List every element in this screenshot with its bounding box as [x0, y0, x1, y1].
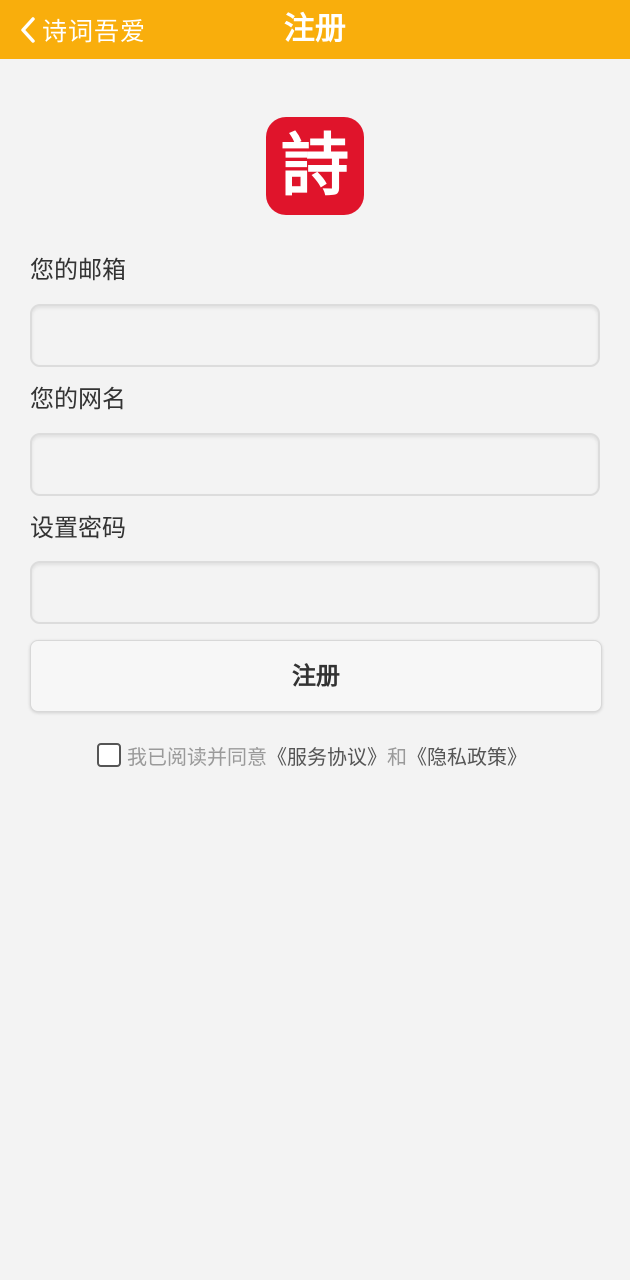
chevron-left-icon	[20, 16, 36, 44]
back-button[interactable]: 诗词吾爱	[20, 0, 146, 59]
privacy-policy-link[interactable]: 《隐私政策》	[407, 745, 527, 769]
register-button[interactable]: 注册	[30, 640, 602, 712]
agreement-joiner: 和	[387, 744, 407, 769]
email-label: 您的邮箱	[30, 256, 126, 284]
password-label: 设置密码	[30, 514, 126, 542]
back-label: 诗词吾爱	[42, 16, 147, 46]
agreement-text: 我已阅读并同意《服务协议》和《隐私政策》	[127, 741, 527, 770]
email-field[interactable]	[30, 304, 600, 367]
agree-checkbox[interactable]	[97, 743, 121, 767]
password-field[interactable]	[30, 561, 600, 624]
nickname-label: 您的网名	[30, 385, 126, 413]
app-logo: 詩	[266, 117, 364, 215]
agreement-prefix: 我已阅读并同意	[127, 744, 267, 769]
agreement-row: 我已阅读并同意《服务协议》和《隐私政策》	[97, 741, 527, 769]
top-bar: 诗词吾爱 注册	[0, 0, 630, 59]
service-agreement-link[interactable]: 《服务协议》	[267, 745, 387, 769]
nickname-field[interactable]	[30, 433, 600, 496]
